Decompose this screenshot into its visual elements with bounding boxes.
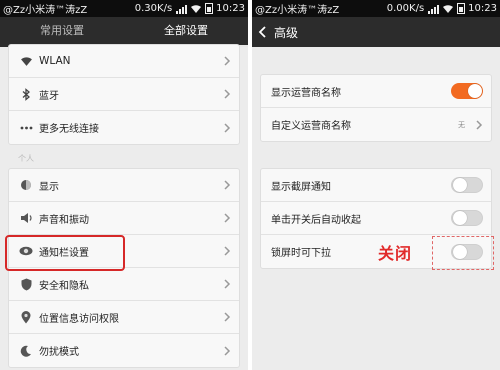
tab-common-settings[interactable]: 常用设置 <box>0 17 124 47</box>
chevron-right-icon <box>476 119 483 130</box>
sound-icon <box>19 211 33 225</box>
list-item-label: 声音和振动 <box>39 214 89 226</box>
chevron-right-icon <box>224 89 231 99</box>
clock: 10:23 <box>216 3 245 14</box>
list-item-label: 勿扰模式 <box>39 347 79 358</box>
list-item-location-access[interactable]: 位置信息访问权限 <box>9 301 239 334</box>
list-item-wlan[interactable]: WLAN <box>9 45 239 78</box>
chevron-right-icon <box>224 246 231 256</box>
chevron-right-icon <box>224 345 231 356</box>
list-item-label: 更多无线连接 <box>39 124 99 135</box>
display-icon <box>19 178 33 192</box>
list-item-label: 显示截屏通知 <box>271 181 331 193</box>
section-header-personal: 个人 <box>18 154 34 163</box>
list-item-label: WLAN <box>39 55 71 67</box>
list-item-show-carrier-name[interactable]: 显示运营商名称 <box>261 75 491 108</box>
moon-icon <box>19 344 33 358</box>
chevron-right-icon <box>224 56 231 66</box>
bluetooth-icon <box>19 87 33 101</box>
wifi-status-icon <box>443 4 454 13</box>
list-item-more-wireless[interactable]: 更多无线连接 <box>9 111 239 144</box>
status-bar: @Zz小米涛™涛zZ 0.00K/s 10:23 <box>252 0 500 17</box>
list-item-label: 蓝牙 <box>39 90 59 102</box>
carrier-name: @Zz小米涛™涛zZ <box>255 5 340 16</box>
more-dots-icon <box>19 121 33 135</box>
clock: 10:23 <box>468 3 497 14</box>
carrier-group: 显示运营商名称 自定义运营商名称 无 <box>260 74 492 142</box>
status-bar: @Zz小米涛™涛zZ 0.30K/s 10:23 <box>0 0 248 17</box>
list-item-label: 显示 <box>39 181 59 193</box>
signal-icon <box>428 4 440 14</box>
shield-icon <box>19 277 33 291</box>
page-title: 高级 <box>274 25 299 40</box>
battery-icon <box>457 3 466 14</box>
location-pin-icon <box>19 310 33 324</box>
chevron-left-icon <box>258 26 266 38</box>
network-speed: 0.00K/s <box>386 3 425 14</box>
list-item-display[interactable]: 显示 <box>9 169 239 202</box>
list-item-security-privacy[interactable]: 安全和隐私 <box>9 268 239 301</box>
chevron-right-icon <box>224 312 231 322</box>
wireless-group: WLAN 蓝牙 更多无线连接 <box>8 44 240 145</box>
list-item-label: 锁屏时可下拉 <box>271 248 331 259</box>
list-item-label: 显示运营商名称 <box>271 87 341 99</box>
list-item-label: 自定义运营商名称 <box>271 121 351 132</box>
list-item-screenshot-notification[interactable]: 显示截屏通知 <box>261 169 491 202</box>
chevron-right-icon <box>224 213 231 223</box>
back-button[interactable] <box>252 17 274 47</box>
annotation-off-label: 关闭 <box>378 244 413 263</box>
tab-all-settings[interactable]: 全部设置 <box>124 17 248 47</box>
show-carrier-name-toggle[interactable] <box>451 83 483 99</box>
highlight-notification-bar <box>5 235 125 271</box>
title-bar: 高级 <box>252 17 500 47</box>
custom-carrier-value: 无 <box>458 120 465 129</box>
phone-screen-advanced: @Zz小米涛™涛zZ 0.00K/s 10:23 高级 显示运营商名称 自定义运… <box>252 0 500 370</box>
chevron-right-icon <box>224 279 231 289</box>
wifi-icon <box>19 54 33 68</box>
network-speed: 0.30K/s <box>134 3 173 14</box>
list-item-custom-carrier-name[interactable]: 自定义运营商名称 无 <box>261 108 491 141</box>
screenshot-notification-toggle[interactable] <box>451 177 483 193</box>
list-item-label: 单击开关后自动收起 <box>271 214 361 226</box>
settings-tabs: 常用设置 全部设置 <box>0 17 248 47</box>
list-item-label: 安全和隐私 <box>39 280 89 292</box>
list-item-sound-vibration[interactable]: 声音和振动 <box>9 202 239 235</box>
battery-icon <box>205 3 214 14</box>
list-item-bluetooth[interactable]: 蓝牙 <box>9 78 239 111</box>
highlight-lockscreen-toggle <box>432 236 494 270</box>
wifi-status-icon <box>191 4 202 13</box>
signal-icon <box>176 4 188 14</box>
chevron-right-icon <box>224 180 231 190</box>
list-item-do-not-disturb[interactable]: 勿扰模式 <box>9 334 239 367</box>
auto-collapse-toggle[interactable] <box>451 210 483 226</box>
carrier-name: @Zz小米涛™涛zZ <box>3 5 88 16</box>
phone-screen-all-settings: @Zz小米涛™涛zZ 0.30K/s 10:23 常用设置 全部设置 WLAN … <box>0 0 248 370</box>
list-item-label: 位置信息访问权限 <box>39 313 119 325</box>
chevron-right-icon <box>224 122 231 133</box>
list-item-auto-collapse[interactable]: 单击开关后自动收起 <box>261 202 491 235</box>
